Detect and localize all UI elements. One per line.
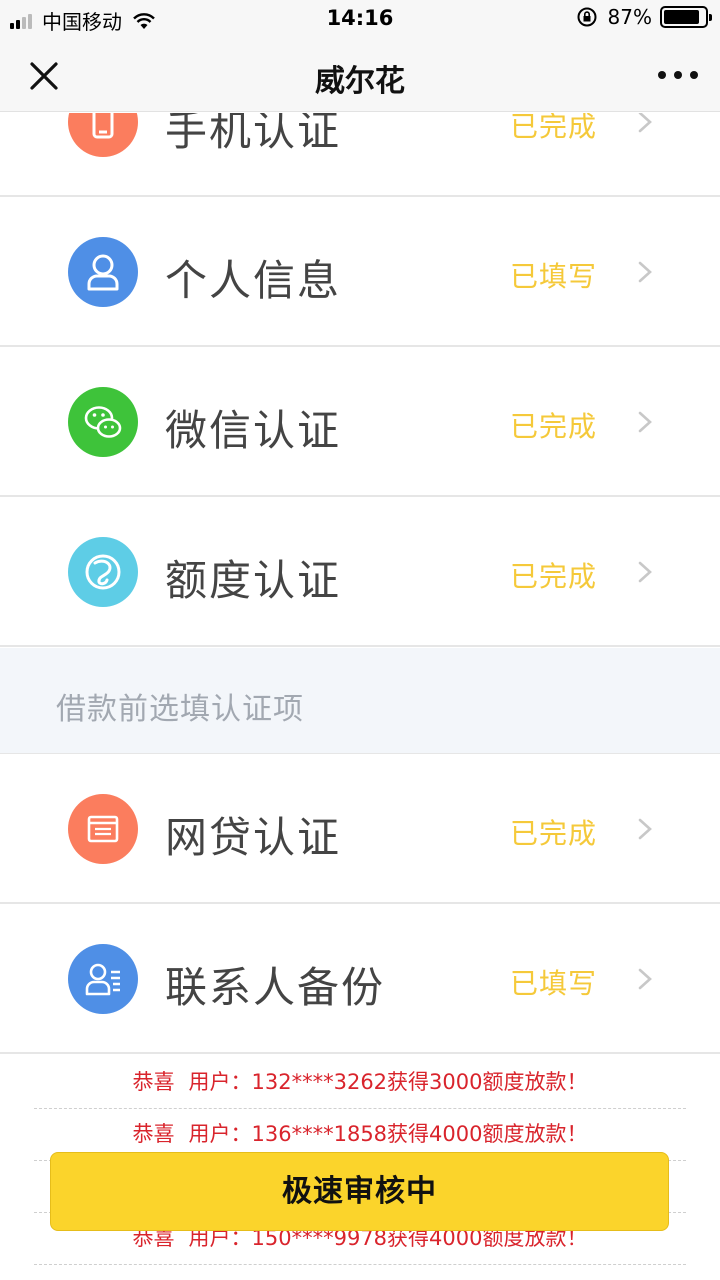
- item-status: 已完成: [510, 113, 598, 143]
- item-title: 个人信息: [165, 256, 342, 305]
- list-item-quota-auth[interactable]: 额度认证 已完成: [0, 497, 720, 647]
- ticker-text: 用户：136****1858获得4000额度放款！: [188, 1122, 588, 1146]
- item-status: 已完成: [510, 560, 598, 593]
- list-item-contacts-backup[interactable]: 联系人备份 已填写: [0, 904, 720, 1054]
- battery-fill: [664, 10, 699, 24]
- item-title: 网贷认证: [165, 813, 342, 862]
- list-item-online-loan-auth[interactable]: 网贷认证 已完成: [0, 754, 720, 904]
- wechat-icon: [68, 387, 138, 457]
- list-item-wechat-auth[interactable]: 微信认证 已完成: [0, 347, 720, 497]
- item-status: 已填写: [510, 260, 598, 293]
- content-area[interactable]: 手机认证 已完成 个人信息 已填写 微信认证 已完成 额度认证 已完成 借款前选…: [0, 113, 720, 1280]
- app-screen: 中国移动 14:16 87% 威尔花 手机认证 已完成 个人信息 已填写 微信认…: [0, 0, 720, 1280]
- chevron-right-icon: [638, 113, 652, 133]
- chevron-right-icon: [638, 968, 652, 990]
- item-status: 已填写: [510, 967, 598, 1000]
- item-title: 额度认证: [165, 556, 342, 605]
- card-icon: [68, 794, 138, 864]
- page-title: 威尔花: [315, 64, 405, 99]
- battery-percent: 87%: [607, 5, 652, 29]
- battery-icon: [660, 6, 712, 28]
- chevron-right-icon: [638, 411, 652, 433]
- contacts-icon: [68, 944, 138, 1014]
- ticker-prefix: 恭喜: [132, 1122, 175, 1146]
- ticker-prefix: 恭喜: [132, 1070, 175, 1094]
- status-right: 87%: [576, 5, 712, 29]
- chevron-right-icon: [638, 818, 652, 840]
- ticker-text: 用户：132****3262获得3000额度放款！: [188, 1070, 588, 1094]
- fast-review-button[interactable]: 极速审核中: [50, 1152, 669, 1231]
- quota-icon: [68, 537, 138, 607]
- item-title: 联系人备份: [165, 963, 386, 1012]
- list-item-phone-auth[interactable]: 手机认证 已完成: [0, 113, 720, 197]
- phone-icon: [68, 113, 138, 157]
- status-bar: 中国移动 14:16 87%: [0, 0, 720, 38]
- item-title: 手机认证: [165, 113, 342, 155]
- nav-bar: 威尔花: [0, 38, 720, 112]
- person-icon: [68, 237, 138, 307]
- item-status: 已完成: [510, 817, 598, 850]
- more-dots-icon[interactable]: [658, 58, 698, 92]
- item-status: 已完成: [510, 410, 598, 443]
- section-header: 借款前选填认证项: [0, 648, 720, 754]
- item-title: 微信认证: [165, 406, 342, 455]
- ticker-line: 恭喜 用户：132****3262获得3000额度放款！: [34, 1057, 686, 1109]
- chevron-right-icon: [638, 561, 652, 583]
- list-item-personal-info[interactable]: 个人信息 已填写: [0, 197, 720, 347]
- rotation-lock-icon: [577, 7, 597, 27]
- section-title: 借款前选填认证项: [56, 692, 304, 727]
- chevron-right-icon: [638, 261, 652, 283]
